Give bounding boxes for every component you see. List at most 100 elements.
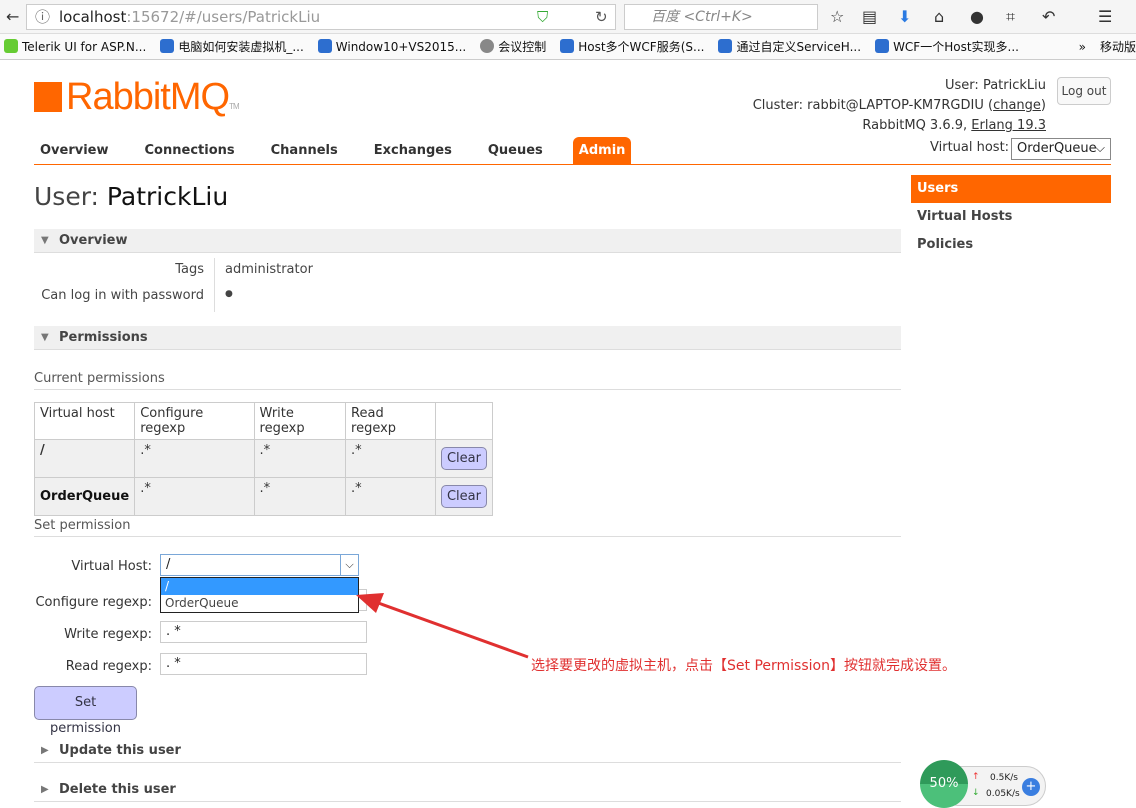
tab-connections[interactable]: Connections <box>139 137 253 164</box>
tab-queues[interactable]: Queues <box>482 137 561 164</box>
bookmark-icon <box>160 39 175 53</box>
vhost-dropdown-list: / OrderQueue <box>160 577 359 613</box>
vhost-select[interactable]: OrderQueue ⌵ <box>1011 138 1111 160</box>
star-icon[interactable]: ☆ <box>830 7 844 26</box>
info-icon: ⓘ <box>35 8 51 26</box>
collapse-icon: ▼ <box>41 235 49 246</box>
expand-icon: ▶ <box>41 784 49 795</box>
bookmark-icon <box>875 39 890 53</box>
tab-admin[interactable]: Admin <box>572 137 632 164</box>
chevron-down-icon: ⌵ <box>1095 141 1105 156</box>
bookmark[interactable]: Host多个WCF服务(S... <box>560 38 704 55</box>
bookmark[interactable]: 通过自定义ServiceH... <box>718 38 861 55</box>
dropdown-option[interactable]: OrderQueue <box>161 595 358 612</box>
current-permissions-heading: Current permissions <box>34 371 901 390</box>
set-permission-heading: Set permission <box>34 518 901 537</box>
write-cell: .* <box>253 477 347 516</box>
rabbitmq-logo[interactable]: RabbitMQTM <box>34 76 240 119</box>
login-value: ● <box>225 289 233 299</box>
menu-icon[interactable]: ☰ <box>1098 7 1112 26</box>
more-bookmarks[interactable]: » <box>1079 40 1086 54</box>
tags-value: administrator <box>225 262 313 277</box>
permissions-table: Virtual host Configure regexp Write rege… <box>33 402 494 516</box>
bookmark[interactable]: 会议控制 <box>480 38 546 55</box>
bookmark[interactable]: Window10+VS2015... <box>317 39 466 54</box>
table-row: OrderQueue .* .* .* Clear <box>33 477 494 516</box>
chat-icon[interactable]: ● <box>970 7 984 26</box>
configure-cell: .* <box>134 477 255 516</box>
arrow-line <box>369 598 529 659</box>
download-icon: ↓ <box>972 788 980 798</box>
read-regexp-input[interactable]: . * <box>160 653 367 675</box>
vhost-label: Virtual host: <box>930 140 1010 155</box>
logo-icon <box>34 82 62 112</box>
back-icon[interactable]: ← <box>6 7 19 26</box>
annotation-text: 选择要更改的虚拟主机，点击【Set Permission】按钮就完成设置。 <box>531 658 956 674</box>
collapse-icon: ▼ <box>41 332 49 343</box>
dropdown-option[interactable]: / <box>161 578 358 595</box>
bookmarks-bar: Telerik UI for ASP.N... 电脑如何安装虚拟机_... Wi… <box>0 34 1136 60</box>
sidebar-item-users[interactable]: Users <box>911 175 1111 203</box>
upload-icon: ↑ <box>972 772 980 782</box>
sidebar-item-virtual-hosts[interactable]: Virtual Hosts <box>911 203 1111 231</box>
permissions-section-toggle[interactable]: ▼ Permissions <box>34 326 901 350</box>
vhost-field-label: Virtual Host: <box>71 559 152 574</box>
expand-icon: ▶ <box>41 745 49 756</box>
change-cluster-link[interactable]: change <box>993 98 1041 113</box>
clear-button[interactable]: Clear <box>440 485 487 508</box>
column-header: Virtual host <box>33 402 136 440</box>
bookmark[interactable]: 电脑如何安装虚拟机_... <box>160 38 304 55</box>
delete-user-toggle[interactable]: ▶ Delete this user <box>34 778 901 802</box>
reload-icon[interactable]: ↻ <box>595 5 608 29</box>
annotation-arrow <box>356 593 529 659</box>
configure-cell: .* <box>134 439 255 478</box>
network-speed-widget[interactable]: 50% ↑ 0.5K/s ↓ 0.05K/s + <box>918 758 1048 808</box>
bookmark-icon <box>4 39 18 53</box>
bookmark[interactable]: WCF一个Host实现多... <box>875 38 1019 55</box>
tab-channels[interactable]: Channels <box>265 137 356 164</box>
erlang-link[interactable]: Erlang 19.3 <box>971 118 1046 133</box>
bookmark[interactable]: Telerik UI for ASP.N... <box>4 39 146 54</box>
reading-list-icon[interactable]: ▤ <box>862 7 877 26</box>
crop-icon[interactable]: ⌗ <box>1006 7 1015 27</box>
set-permission-button[interactable]: Set permission <box>34 686 137 736</box>
chevron-down-icon: ⌵ <box>340 555 358 575</box>
logout-button[interactable]: Log out <box>1057 77 1111 105</box>
read-cell: .* <box>345 477 436 516</box>
bookmark-icon <box>560 39 575 53</box>
vhost-field-select[interactable]: / ⌵ <box>160 554 359 576</box>
tab-exchanges[interactable]: Exchanges <box>368 137 470 164</box>
address-bar[interactable]: localhost:15672/#/users/PatrickLiu ⓘ ⛉ ↻ <box>26 4 616 30</box>
login-label: Can log in with password <box>41 288 204 303</box>
sidebar-item-policies[interactable]: Policies <box>911 231 1111 259</box>
percent-gauge: 50% <box>920 760 968 808</box>
clear-button[interactable]: Clear <box>440 447 487 470</box>
write-regexp-input[interactable]: . * <box>160 621 367 643</box>
bookmark-icon <box>718 39 733 53</box>
plus-icon[interactable]: + <box>1022 778 1040 796</box>
divider <box>214 258 215 312</box>
read-field-label: Read regexp: <box>65 659 152 674</box>
undo-icon[interactable]: ↶ <box>1042 7 1055 26</box>
tab-overview[interactable]: Overview <box>34 137 127 164</box>
shield-icon: ⛉ <box>537 8 549 26</box>
bookmark-icon <box>317 39 332 53</box>
tags-label: Tags <box>175 262 204 277</box>
overview-section-toggle[interactable]: ▼ Overview <box>34 229 901 253</box>
browser-search[interactable]: 百度 <Ctrl+K> <box>624 4 818 30</box>
column-header: Write regexp <box>253 402 347 440</box>
mobile-bookmarks[interactable]: 移动版 <box>1100 38 1136 55</box>
column-header: Configure regexp <box>134 402 255 440</box>
download-speed: 0.05K/s <box>986 789 1020 799</box>
browser-toolbar: ← localhost:15672/#/users/PatrickLiu ⓘ ⛉… <box>0 0 1136 34</box>
read-cell: .* <box>345 439 436 478</box>
arrow-head <box>356 593 384 613</box>
write-cell: .* <box>253 439 347 478</box>
write-field-label: Write regexp: <box>64 627 152 642</box>
user-info: User: PatrickLiu Cluster: rabbit@LAPTOP-… <box>752 78 1046 133</box>
globe-icon <box>480 39 495 53</box>
home-icon[interactable]: ⌂ <box>934 7 944 26</box>
table-row: / .* .* .* Clear <box>33 439 494 478</box>
update-user-toggle[interactable]: ▶ Update this user <box>34 739 901 763</box>
download-icon[interactable]: ⬇ <box>898 7 911 26</box>
